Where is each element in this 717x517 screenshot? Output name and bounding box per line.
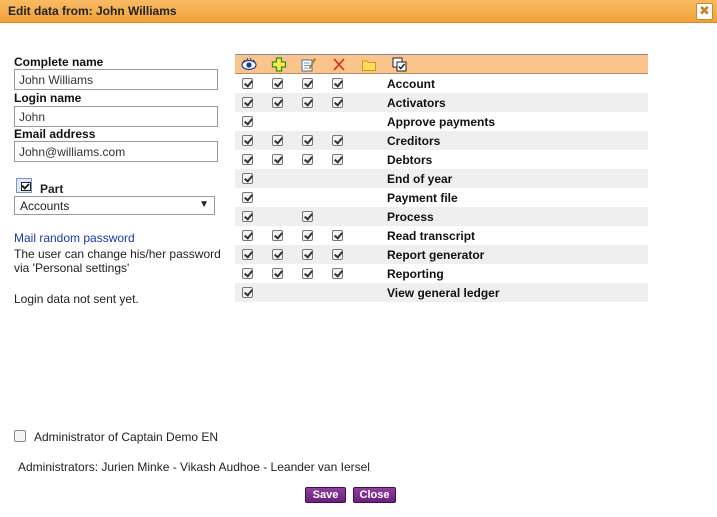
permission-checkbox[interactable]	[242, 230, 253, 241]
permission-checkbox[interactable]	[302, 211, 313, 222]
permission-name: Process	[387, 210, 434, 224]
email-label: Email address	[14, 127, 96, 141]
part-select-value: Accounts	[20, 199, 70, 213]
add-plus-icon[interactable]	[271, 57, 287, 72]
checkbox-copy-icon[interactable]	[392, 57, 408, 72]
permission-row: Creditors	[235, 131, 648, 150]
permission-name: Reporting	[387, 267, 444, 281]
email-input[interactable]	[14, 141, 218, 162]
close-button[interactable]: Close	[353, 487, 396, 503]
permission-row: Payment file	[235, 188, 648, 207]
permission-name: Activators	[387, 96, 446, 110]
folder-icon[interactable]	[361, 57, 377, 72]
permission-checkbox[interactable]	[302, 230, 313, 241]
permissions-table: Account Activators Approve payments Credito…	[235, 54, 648, 302]
permission-checkbox[interactable]	[272, 249, 283, 260]
permission-checkbox[interactable]	[302, 78, 313, 89]
permission-row: Reporting	[235, 264, 648, 283]
permission-row: Account	[235, 74, 648, 93]
permission-checkbox[interactable]	[272, 78, 283, 89]
permission-row: Debtors	[235, 150, 648, 169]
complete-name-input[interactable]	[14, 69, 218, 90]
permission-name: Report generator	[387, 248, 485, 262]
permission-name: Account	[387, 77, 435, 91]
permission-checkbox[interactable]	[332, 249, 343, 260]
permission-row: Report generator	[235, 245, 648, 264]
permission-checkbox[interactable]	[302, 135, 313, 146]
password-info-text: The user can change his/her password via…	[14, 247, 221, 275]
permission-checkbox[interactable]	[242, 173, 253, 184]
permission-row: Process	[235, 207, 648, 226]
login-data-status: Login data not sent yet.	[14, 292, 139, 306]
view-eye-icon[interactable]	[241, 57, 257, 72]
permission-row: Activators	[235, 93, 648, 112]
checkbox-copy-icon[interactable]	[16, 178, 32, 193]
delete-x-icon[interactable]	[331, 57, 347, 72]
permission-checkbox[interactable]	[242, 154, 253, 165]
permission-checkbox[interactable]	[302, 249, 313, 260]
dialog-title: Edit data from: John Williams	[8, 4, 177, 18]
permission-row: Approve payments	[235, 112, 648, 131]
permission-checkbox[interactable]	[242, 249, 253, 260]
permission-checkbox[interactable]	[272, 154, 283, 165]
permission-name: Debtors	[387, 153, 433, 167]
permission-checkbox[interactable]	[272, 230, 283, 241]
mail-random-password-link[interactable]: Mail random password	[14, 231, 135, 245]
permissions-rows: Account Activators Approve payments Credito…	[235, 74, 648, 302]
permission-name: Creditors	[387, 134, 441, 148]
permission-checkbox[interactable]	[332, 154, 343, 165]
permission-name: Read transcript	[387, 229, 476, 243]
permission-checkbox[interactable]	[272, 97, 283, 108]
permission-checkbox[interactable]	[302, 97, 313, 108]
permission-checkbox[interactable]	[272, 135, 283, 146]
permission-checkbox[interactable]	[302, 154, 313, 165]
permission-checkbox[interactable]	[242, 97, 253, 108]
part-label: Part	[40, 182, 64, 196]
permission-checkbox[interactable]	[332, 97, 343, 108]
permission-checkbox[interactable]	[242, 268, 253, 279]
permission-name: Payment file	[387, 191, 458, 205]
permission-checkbox[interactable]	[332, 230, 343, 241]
part-select[interactable]: Accounts ▼	[14, 196, 215, 215]
permission-checkbox[interactable]	[242, 192, 253, 203]
login-name-label: Login name	[14, 91, 82, 105]
save-button[interactable]: Save	[305, 487, 346, 503]
administrators-list: Administrators: Jurien Minke - Vikash Au…	[18, 460, 370, 474]
complete-name-label: Complete name	[14, 55, 104, 69]
permissions-header	[235, 54, 648, 74]
permission-row: View general ledger	[235, 283, 648, 302]
administrator-checkbox[interactable]	[14, 430, 26, 442]
permission-row: Read transcript	[235, 226, 648, 245]
edit-notepad-icon[interactable]	[300, 57, 316, 72]
permission-checkbox[interactable]	[242, 135, 253, 146]
permission-row: End of year	[235, 169, 648, 188]
permission-checkbox[interactable]	[302, 268, 313, 279]
permission-name: Approve payments	[387, 115, 496, 129]
dialog-title-bar: Edit data from: John Williams ✖	[0, 0, 717, 23]
permission-checkbox[interactable]	[272, 268, 283, 279]
login-name-input[interactable]	[14, 106, 218, 127]
permission-checkbox[interactable]	[242, 116, 253, 127]
permission-checkbox[interactable]	[332, 268, 343, 279]
permission-checkbox[interactable]	[242, 78, 253, 89]
close-icon[interactable]: ✖	[696, 3, 713, 20]
administrator-label: Administrator of Captain Demo EN	[34, 430, 219, 444]
dropdown-arrow-icon[interactable]: ▼	[199, 199, 209, 210]
permission-name: End of year	[387, 172, 453, 186]
permission-checkbox[interactable]	[242, 287, 253, 298]
permission-name: View general ledger	[387, 286, 500, 300]
permission-checkbox[interactable]	[242, 211, 253, 222]
permission-checkbox[interactable]	[332, 78, 343, 89]
permission-checkbox[interactable]	[332, 135, 343, 146]
